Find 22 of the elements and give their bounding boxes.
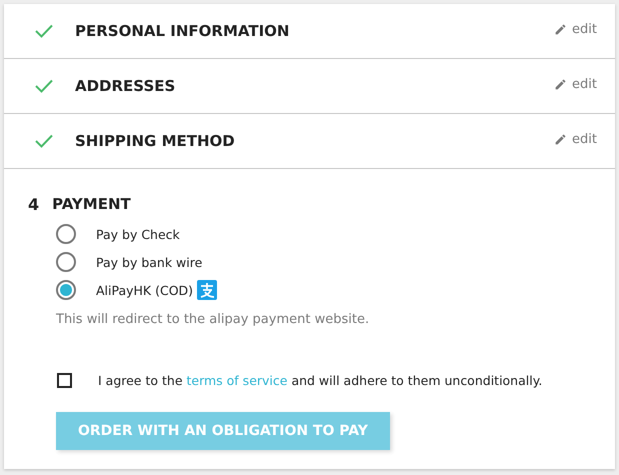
terms-checkbox[interactable] xyxy=(57,373,72,388)
step-title: PAYMENT xyxy=(52,195,131,214)
step-title: PERSONAL INFORMATION xyxy=(75,22,290,40)
step-title: ADDRESSES xyxy=(75,77,176,95)
payment-note: This will redirect to the alipay payment website. xyxy=(55,312,370,327)
edit-link[interactable]: edit xyxy=(554,132,597,147)
payment-option-label: Pay by bank wire xyxy=(96,254,202,270)
step-number: 4 xyxy=(28,195,40,214)
wallet-logo-icon xyxy=(197,280,218,300)
pencil-icon xyxy=(554,23,568,36)
payment-option-label: Pay by Check xyxy=(96,226,180,242)
payment-option-label: AliPayHK (COD) xyxy=(96,282,194,298)
edit-link[interactable]: edit xyxy=(554,22,597,37)
pencil-icon xyxy=(554,133,568,146)
step-title: SHIPPING METHOD xyxy=(75,132,235,150)
pencil-icon xyxy=(554,78,568,91)
radio-button[interactable] xyxy=(56,224,76,244)
terms-sentence: I agree to the terms of service and will adhere to them unconditionally. xyxy=(98,373,542,388)
radio-button[interactable] xyxy=(56,280,76,300)
radio-button[interactable] xyxy=(56,252,76,272)
edit-link[interactable]: edit xyxy=(554,77,597,92)
terms-link[interactable]: terms of service xyxy=(186,373,288,388)
